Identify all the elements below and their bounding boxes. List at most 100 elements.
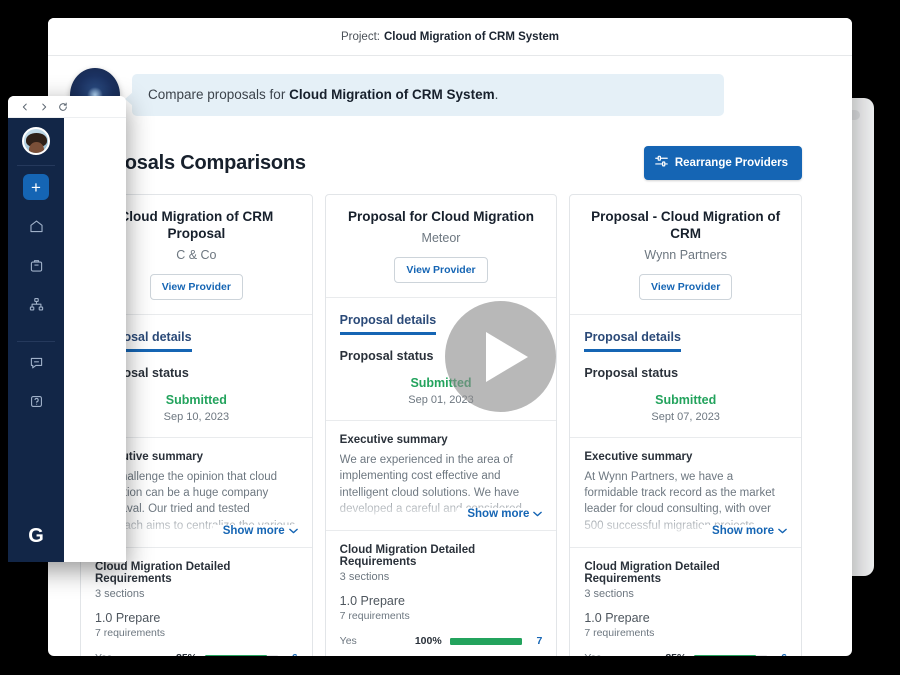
view-provider-button[interactable]: View Provider (639, 274, 732, 300)
show-more-button[interactable]: Show more (457, 508, 542, 520)
requirement-row: Yes 85% 6 (584, 649, 787, 656)
requirement-row-label: Yes (340, 635, 406, 647)
new-item-button[interactable]: + (23, 174, 49, 200)
tab-proposal-details[interactable]: Proposal details (340, 313, 437, 335)
project-bar: Project: Cloud Migration of CRM System (48, 18, 852, 56)
requirement-rows: Yes 85% 6 No 14% 1 Clarification... 0% 0 (95, 649, 298, 656)
requirement-row-bar-fill (694, 655, 756, 656)
requirements-sections-count: 3 sections (584, 588, 787, 600)
requirement-row-bar-fill (205, 655, 267, 656)
main-window: Project: Cloud Migration of CRM System C… (48, 18, 852, 656)
help-icon (28, 393, 45, 415)
executive-summary-section: Executive summary We are experienced in … (326, 421, 557, 531)
requirement-row-count: 6 (286, 652, 298, 656)
requirements-section-count: 7 requirements (95, 627, 298, 639)
requirements-section-name: 1.0 Prepare (584, 611, 787, 625)
rail-divider-2 (17, 341, 55, 342)
sidebar-item-help[interactable] (21, 389, 51, 419)
sidebar-item-feedback[interactable] (21, 350, 51, 380)
view-provider-button[interactable]: View Provider (394, 257, 487, 283)
status-badge: Submitted (584, 393, 787, 407)
card-header: Proposal - Cloud Migration of CRM Wynn P… (570, 195, 801, 315)
browser-chrome (8, 96, 126, 118)
prompt-bubble: Compare proposals for Cloud Migration of… (132, 74, 724, 116)
briefcase-icon (28, 257, 45, 279)
requirement-row-count: 6 (775, 652, 787, 656)
requirement-row: Yes 85% 6 (95, 649, 298, 656)
project-label: Project: (341, 31, 380, 43)
requirement-row-count: 7 (530, 635, 542, 647)
requirement-row-bar (450, 638, 523, 645)
proposal-details-section: Proposal details Proposal status Submitt… (570, 315, 801, 438)
show-more-label: Show more (712, 525, 774, 537)
reload-icon[interactable] (58, 102, 68, 112)
tab-proposal-details[interactable]: Proposal details (584, 330, 681, 352)
project-name: Cloud Migration of CRM System (384, 31, 559, 43)
requirements-title: Cloud Migration Detailed Requirements (340, 544, 543, 568)
play-icon (486, 332, 528, 382)
view-provider-button[interactable]: View Provider (150, 274, 243, 300)
requirement-row-bar (694, 655, 767, 656)
executive-summary-label: Executive summary (584, 451, 787, 463)
requirement-row-percent: 100% (406, 635, 442, 647)
feedback-icon (28, 354, 45, 376)
sidebar-item-organization[interactable] (21, 292, 51, 322)
requirement-row-label: Yes (584, 652, 650, 656)
avatar[interactable] (22, 127, 50, 155)
app-content-area (64, 118, 126, 562)
proposal-columns: Cloud Migration of CRM Proposal C & Co V… (48, 194, 852, 656)
requirements-sections-count: 3 sections (95, 588, 298, 600)
chevron-down-icon (778, 525, 787, 537)
requirements-section-count: 7 requirements (584, 627, 787, 639)
requirements-title: Cloud Migration Detailed Requirements (584, 561, 787, 585)
chevron-down-icon (289, 525, 298, 537)
requirement-row-label: No (340, 654, 406, 656)
requirements-section-count: 7 requirements (340, 610, 543, 622)
requirements-sections-count: 3 sections (340, 571, 543, 583)
requirement-row-label: Yes (95, 652, 161, 656)
proposal-card: Proposal - Cloud Migration of CRM Wynn P… (569, 194, 802, 656)
sidebar-item-home[interactable] (21, 214, 51, 244)
show-more-label: Show more (223, 525, 285, 537)
proposal-status-value: Submitted Sept 07, 2023 (584, 393, 787, 423)
requirements-section: Cloud Migration Detailed Requirements 3 … (326, 531, 557, 656)
sidebar-item-projects[interactable] (21, 253, 51, 283)
requirements-section: Cloud Migration Detailed Requirements 3 … (570, 548, 801, 656)
requirement-row-percent: 0% (406, 654, 442, 656)
prompt-text-bold: Cloud Migration of CRM System (289, 87, 495, 102)
org-chart-icon (28, 296, 45, 318)
play-button-overlay[interactable] (445, 301, 556, 412)
prompt-row: Compare proposals for Cloud Migration of… (48, 56, 852, 132)
requirement-row-bar (205, 655, 278, 656)
rail-divider (17, 165, 55, 166)
plus-icon: + (31, 179, 41, 196)
requirement-row: Yes 100% 7 (340, 632, 543, 651)
provider-name: Meteor (336, 231, 547, 245)
forward-icon[interactable] (39, 102, 49, 112)
executive-summary-section: Executive summary At Wynn Partners, we h… (570, 438, 801, 548)
requirement-row-bar-fill (450, 638, 523, 645)
rearrange-providers-label: Rearrange Providers (675, 157, 788, 169)
show-more-button[interactable]: Show more (213, 525, 298, 537)
chevron-down-icon (533, 508, 542, 520)
avatar-face (29, 142, 44, 155)
requirements-section-name: 1.0 Prepare (95, 611, 298, 625)
requirement-row-count: 0 (530, 654, 542, 656)
prompt-text-after: . (495, 87, 499, 102)
card-header: Proposal for Cloud Migration Meteor View… (326, 195, 557, 298)
prompt-bubble-wrap: Compare proposals for Cloud Migration of… (132, 74, 724, 116)
proposal-title: Proposal - Cloud Migration of CRM (580, 209, 791, 243)
requirement-row-percent: 85% (161, 652, 197, 656)
title-row: Proposals Comparisons Rearrange Provider… (48, 132, 852, 194)
rearrange-providers-button[interactable]: Rearrange Providers (644, 146, 802, 180)
app-logo: G (28, 525, 44, 548)
status-date: Sept 07, 2023 (584, 411, 787, 423)
show-more-button[interactable]: Show more (702, 525, 787, 537)
back-icon[interactable] (20, 102, 30, 112)
left-app-window: + (8, 96, 126, 562)
requirements-section: Cloud Migration Detailed Requirements 3 … (81, 548, 312, 656)
proposal-status-label: Proposal status (584, 366, 787, 380)
proposal-title: Proposal for Cloud Migration (336, 209, 547, 226)
show-more-label: Show more (467, 508, 529, 520)
requirement-rows: Yes 85% 6 No 14% 1 Clarification... 0% 0 (584, 649, 787, 656)
